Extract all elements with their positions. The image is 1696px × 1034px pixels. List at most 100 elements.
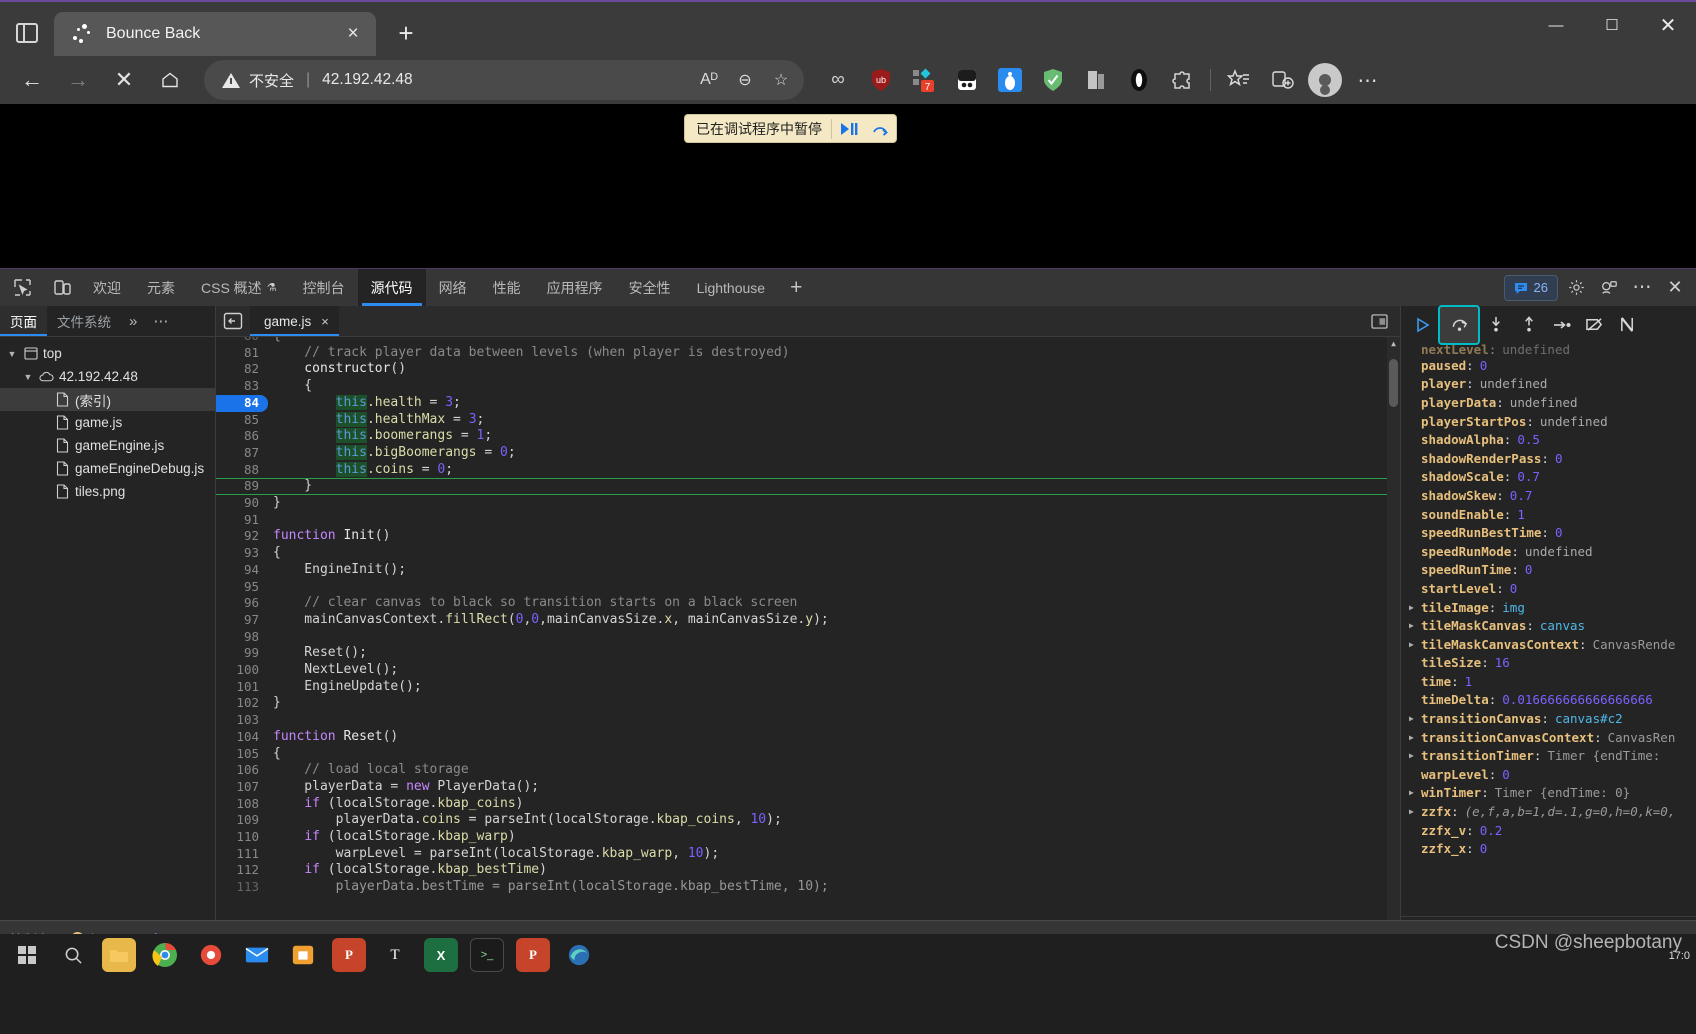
scope-variable-value[interactable]: 0.5 — [1517, 432, 1540, 447]
scope-variable-value[interactable]: Timer {endTime: 0} — [1495, 785, 1630, 800]
scope-variable-value[interactable]: undefined — [1480, 376, 1548, 391]
line-number[interactable]: 102 — [216, 695, 268, 712]
devtools-tab-2[interactable]: CSS 概述 ⚗ — [188, 269, 290, 306]
home-button[interactable] — [148, 60, 192, 100]
start-icon[interactable] — [10, 938, 44, 972]
code-line[interactable]: 93 { — [216, 545, 1400, 562]
browser-tab[interactable]: Bounce Back × — [54, 12, 376, 56]
line-number[interactable]: 98 — [216, 629, 268, 646]
chrome-icon[interactable] — [148, 938, 182, 972]
expand-caret-icon[interactable]: ▶ — [1409, 640, 1421, 649]
code-line[interactable]: 112 if (localStorage.kbap_bestTime) — [216, 862, 1400, 879]
devtools-tab-4[interactable]: 源代码 — [357, 269, 426, 306]
code-line[interactable]: 103 — [216, 712, 1400, 729]
scope-variable-row[interactable]: ▶ tileMaskCanvasContext: CanvasRende — [1401, 635, 1696, 654]
devtools-tab-9[interactable]: Lighthouse — [684, 269, 779, 306]
scope-variable-value[interactable]: 0.016666666666666666 — [1502, 692, 1653, 707]
scope-variable-row[interactable]: ▶ transitionCanvas: canvas#c2 — [1401, 709, 1696, 728]
line-number[interactable]: 81 — [216, 345, 268, 362]
code-line[interactable]: 99 Reset(); — [216, 645, 1400, 662]
code-line[interactable]: 91 — [216, 512, 1400, 529]
code-line[interactable]: 102} — [216, 695, 1400, 712]
banner-resume-button[interactable] — [832, 115, 864, 142]
code-line[interactable]: 83 { — [216, 378, 1400, 395]
ublock-origin-extension-icon[interactable]: ub — [861, 61, 901, 99]
scope-variable-row[interactable]: speedRunMode: undefined — [1401, 542, 1696, 561]
code-area[interactable]: 80{81 // track player data between level… — [216, 337, 1400, 941]
line-number[interactable]: 94 — [216, 562, 268, 579]
scope-variable-value[interactable]: 0.7 — [1517, 469, 1540, 484]
expand-caret-icon[interactable]: ▶ — [1409, 788, 1421, 797]
settings-gear-icon[interactable] — [1561, 273, 1591, 303]
store-icon[interactable] — [286, 938, 320, 972]
line-number[interactable]: 88 — [216, 462, 268, 479]
code-line[interactable]: 85 this.healthMax = 3; — [216, 411, 1400, 429]
profile-avatar[interactable] — [1305, 61, 1345, 99]
line-number[interactable]: 105 — [216, 746, 268, 763]
penguin-extension-icon[interactable] — [990, 61, 1030, 99]
scope-variable-row[interactable]: ▶ zzfx: (e,f,a,b=1,d=.1,g=0,h=0,k=0, — [1401, 802, 1696, 821]
line-number[interactable]: 97 — [216, 612, 268, 629]
code-line[interactable]: 82 constructor() — [216, 361, 1400, 378]
pause-on-exceptions-button[interactable] — [1612, 311, 1643, 339]
line-number[interactable]: 92 — [216, 528, 268, 545]
scope-variable-value[interactable]: img — [1502, 600, 1525, 615]
line-number[interactable]: 84 — [216, 394, 268, 412]
code-line[interactable]: 94 EngineInit(); — [216, 562, 1400, 579]
line-number[interactable]: 112 — [216, 862, 268, 879]
file-tree-item[interactable]: tiles.png — [0, 480, 215, 503]
issues-badge[interactable]: 26 — [1503, 274, 1558, 301]
file-tree-item[interactable]: (索引) — [0, 388, 215, 411]
code-line[interactable]: 106 // load local storage — [216, 762, 1400, 779]
line-number[interactable]: 111 — [216, 846, 268, 863]
scope-variable-value[interactable]: 0 — [1502, 767, 1510, 782]
line-number[interactable]: 82 — [216, 361, 268, 378]
devtools-tab-3[interactable]: 控制台 — [290, 269, 358, 306]
adguard-extension-icon[interactable] — [1033, 61, 1073, 99]
code-line[interactable]: 84 this.health = 3; — [216, 394, 1400, 412]
code-line[interactable]: 92 function Init() — [216, 528, 1400, 545]
devtools-tab-6[interactable]: 性能 — [480, 269, 534, 306]
line-number[interactable]: 83 — [216, 378, 268, 395]
scope-variable-value[interactable]: canvas#c2 — [1555, 711, 1623, 726]
scope-variable-row[interactable]: player: undefined — [1401, 375, 1696, 394]
code-line[interactable]: 80{ — [216, 337, 1400, 345]
file-tree-item[interactable]: ▼ 42.192.42.48 — [0, 365, 215, 388]
editor-vertical-scrollbar[interactable]: ▲ ▼ — [1387, 337, 1400, 941]
scope-variable-row[interactable]: shadowScale:0.7 — [1401, 468, 1696, 487]
code-line[interactable]: 87 this.bigBoomerangs = 0; — [216, 444, 1400, 462]
chrome2-icon[interactable] — [194, 938, 228, 972]
line-number[interactable]: 108 — [216, 796, 268, 813]
expand-caret-icon[interactable]: ▶ — [1409, 751, 1421, 760]
expand-caret-icon[interactable]: ▶ — [1409, 807, 1421, 816]
stop-loading-button[interactable]: ✕ — [102, 60, 146, 100]
scope-variable-row[interactable]: zzfx_v:0.2 — [1401, 821, 1696, 840]
navigator-more-icon[interactable]: ⋯ — [145, 312, 176, 330]
reader-extension-icon[interactable] — [1076, 61, 1116, 99]
collections-icon[interactable] — [1219, 61, 1259, 99]
line-number[interactable]: 86 — [216, 428, 268, 445]
scope-variable-value[interactable]: 0 — [1555, 525, 1563, 540]
scope-variable-row[interactable]: ▶ transitionCanvasContext: CanvasRen — [1401, 728, 1696, 747]
editor-file-close[interactable]: × — [321, 314, 329, 329]
scope-variable-value[interactable]: 0 — [1555, 451, 1563, 466]
address-bar[interactable]: 不安全 | 42.192.42.48 Aᴰ ⊖ ☆ — [204, 60, 804, 100]
file-tree-item[interactable]: gameEngine.js — [0, 434, 215, 457]
line-number[interactable]: 104 — [216, 729, 268, 746]
scope-variable-value[interactable]: undefined — [1510, 395, 1578, 410]
editor-file-tab[interactable]: game.js × — [250, 306, 339, 336]
scope-variables-list[interactable]: nextLevel: undefined paused:0 player: undefi… — [1401, 343, 1696, 916]
code-line[interactable]: 105 { — [216, 746, 1400, 763]
navigator-tab-filesystem[interactable]: 文件系统 — [47, 306, 121, 336]
popout-editor-icon[interactable] — [1364, 306, 1394, 336]
line-number[interactable]: 91 — [216, 512, 268, 529]
resume-script-button[interactable] — [1407, 311, 1438, 339]
search-icon[interactable] — [56, 938, 90, 972]
tampermonkey-extension-icon[interactable]: 7 — [904, 61, 944, 99]
scope-variable-row[interactable]: warpLevel:0 — [1401, 765, 1696, 784]
more-options-icon[interactable]: ⋯ — [1627, 273, 1657, 303]
scope-variable-value[interactable]: canvas — [1540, 618, 1585, 633]
tree-caret-icon[interactable]: ▼ — [6, 349, 18, 359]
scope-variable-value[interactable]: 0 — [1480, 358, 1488, 373]
code-line[interactable]: 96 // clear canvas to black so transitio… — [216, 595, 1400, 612]
